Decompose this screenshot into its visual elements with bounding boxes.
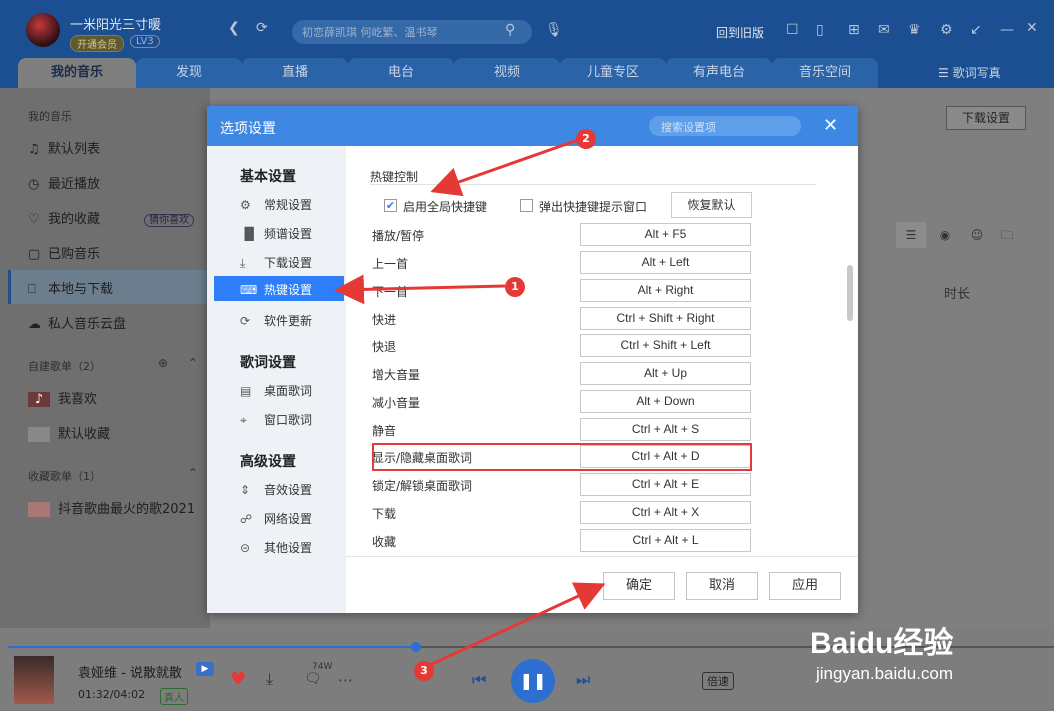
arrow-2 xyxy=(430,138,579,197)
baidu-watermark: Baidu经验 jingyan.baidu.com xyxy=(800,600,1054,700)
arrow-3 xyxy=(429,582,606,667)
step-marker-2: 2 xyxy=(576,129,596,149)
watermark-url: jingyan.baidu.com xyxy=(816,664,954,683)
arrow-1 xyxy=(334,274,506,305)
step-marker-3: 3 xyxy=(414,661,434,681)
watermark-brand: Baidu经验 xyxy=(810,627,954,660)
step-marker-1: 1 xyxy=(505,277,525,297)
